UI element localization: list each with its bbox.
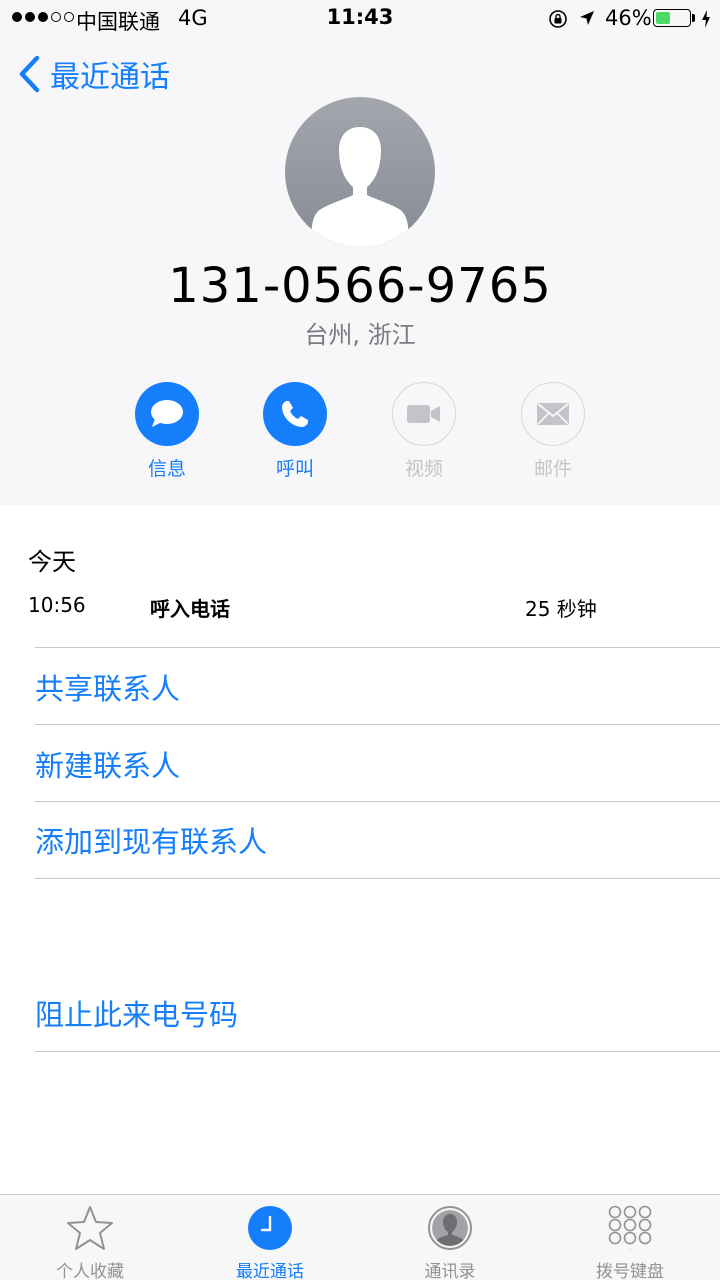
location-arrow-icon bbox=[580, 11, 594, 25]
call-button[interactable]: 呼叫 bbox=[245, 382, 345, 481]
divider bbox=[35, 724, 720, 725]
call-label: 呼叫 bbox=[275, 458, 314, 480]
tab-recents-label: 最近通话 bbox=[236, 1262, 304, 1280]
tab-keypad[interactable]: 拨号键盘 bbox=[540, 1195, 720, 1280]
charging-bolt-icon bbox=[702, 10, 710, 28]
back-label: 最近通话 bbox=[50, 60, 170, 95]
message-button[interactable]: 信息 bbox=[117, 382, 217, 481]
call-duration: 25 秒钟 bbox=[525, 597, 597, 621]
call-time: 10:56 bbox=[28, 593, 86, 617]
recents-date-header: 今天 bbox=[28, 548, 76, 576]
person-silhouette-icon bbox=[311, 127, 409, 247]
back-button[interactable]: 最近通话 bbox=[18, 52, 170, 96]
keypad-icon bbox=[608, 1205, 652, 1250]
caller-location: 台州, 浙江 bbox=[304, 321, 416, 349]
tab-bar: 个人收藏 最近通话 通讯录 拨号键盘 bbox=[0, 1194, 720, 1280]
contacts-icon bbox=[428, 1206, 472, 1250]
clock-icon bbox=[248, 1206, 292, 1250]
tab-keypad-label: 拨号键盘 bbox=[596, 1262, 664, 1280]
divider bbox=[35, 878, 720, 879]
new-contact-button[interactable]: 新建联系人 bbox=[35, 743, 720, 785]
phone-icon bbox=[282, 401, 308, 427]
divider bbox=[35, 1051, 720, 1052]
message-label: 信息 bbox=[147, 458, 186, 480]
add-to-existing-contact-button[interactable]: 添加到现有联系人 bbox=[35, 819, 720, 861]
tab-contacts[interactable]: 通讯录 bbox=[360, 1195, 540, 1280]
call-type: 呼入电话 bbox=[150, 597, 230, 621]
video-button[interactable]: 视频 bbox=[374, 382, 474, 481]
status-bar: 中国联通 4G 11:43 46% bbox=[0, 0, 720, 38]
battery-percent: 46% bbox=[605, 6, 652, 30]
tab-favorites-label: 个人收藏 bbox=[56, 1262, 124, 1280]
divider bbox=[35, 801, 720, 802]
orientation-lock-icon bbox=[549, 10, 567, 28]
star-icon bbox=[67, 1206, 113, 1250]
mail-icon bbox=[537, 403, 569, 425]
phone-number: 131-0566-9765 bbox=[168, 258, 552, 314]
battery-cap bbox=[692, 14, 695, 22]
contact-detail-screen: 中国联通 4G 11:43 46% 最近通话 131-0566-9765 台州,… bbox=[0, 0, 720, 1280]
divider bbox=[35, 647, 720, 648]
message-icon bbox=[151, 400, 183, 427]
tab-contacts-label: 通讯录 bbox=[424, 1262, 476, 1280]
video-label: 视频 bbox=[404, 458, 443, 480]
mail-button[interactable]: 邮件 bbox=[503, 382, 603, 481]
header-area: 中国联通 4G 11:43 46% 最近通话 131-0566-9765 台州,… bbox=[0, 0, 720, 505]
tab-favorites[interactable]: 个人收藏 bbox=[0, 1195, 180, 1280]
tab-recents[interactable]: 最近通话 bbox=[180, 1195, 360, 1280]
video-icon bbox=[407, 405, 440, 423]
avatar bbox=[285, 97, 435, 247]
battery-icon bbox=[653, 9, 691, 27]
share-contact-button[interactable]: 共享联系人 bbox=[35, 666, 720, 708]
mail-label: 邮件 bbox=[533, 458, 572, 480]
block-caller-button[interactable]: 阻止此来电号码 bbox=[35, 992, 720, 1034]
chevron-left-icon bbox=[19, 55, 40, 93]
